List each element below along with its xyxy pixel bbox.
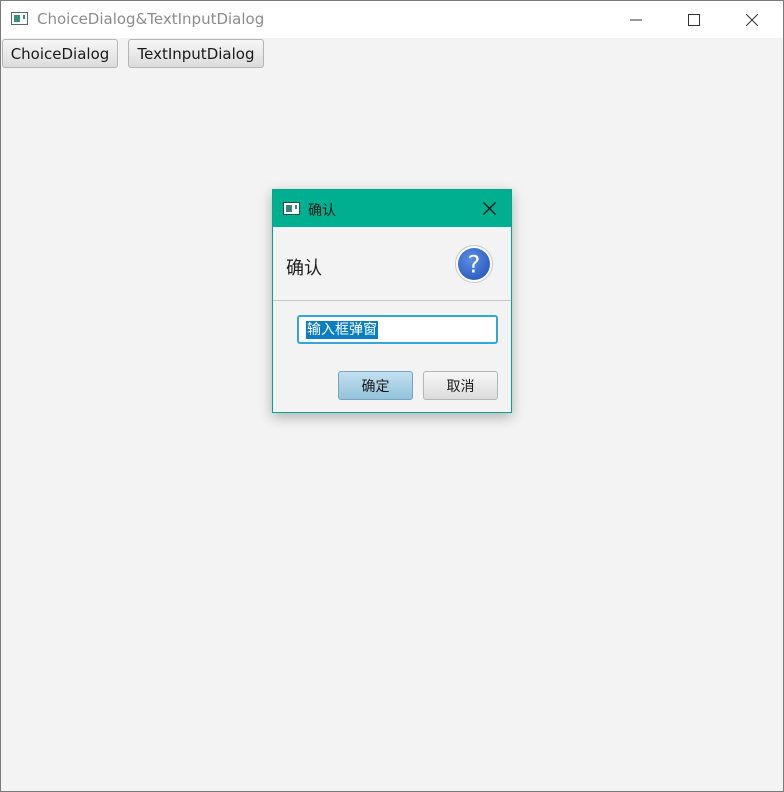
- minimize-button[interactable]: [607, 1, 665, 38]
- close-icon: [746, 14, 758, 26]
- dialog-header: 确认 ?: [273, 227, 511, 301]
- text-input-dialog-button[interactable]: TextInputDialog: [128, 39, 264, 68]
- app-window-icon: [11, 12, 28, 25]
- text-input-value: 输入框弹窗: [306, 320, 378, 339]
- svg-text:?: ?: [468, 251, 481, 279]
- minimize-icon: [630, 19, 642, 21]
- ok-button[interactable]: 确定: [338, 371, 413, 400]
- question-icon: ?: [455, 245, 493, 283]
- maximize-button[interactable]: [665, 1, 723, 38]
- close-icon: [483, 202, 496, 215]
- dialog-window-icon: [283, 202, 300, 215]
- text-input-dialog: 确认 确认 ? 输入框弹窗 确定 取消: [272, 189, 512, 413]
- dialog-title: 确认: [308, 203, 336, 219]
- dialog-close-button[interactable]: [477, 197, 503, 221]
- choice-dialog-button[interactable]: ChoiceDialog: [2, 39, 118, 68]
- dialog-header-text: 确认: [286, 258, 322, 279]
- maximize-icon: [688, 14, 700, 26]
- window-titlebar[interactable]: ChoiceDialog&TextInputDialog: [1, 1, 783, 38]
- window-close-button[interactable]: [723, 1, 781, 38]
- window-title: ChoiceDialog&TextInputDialog: [37, 10, 265, 28]
- dialog-titlebar[interactable]: 确认: [273, 190, 511, 227]
- text-input-field[interactable]: 输入框弹窗: [297, 315, 498, 344]
- cancel-button[interactable]: 取消: [423, 371, 498, 400]
